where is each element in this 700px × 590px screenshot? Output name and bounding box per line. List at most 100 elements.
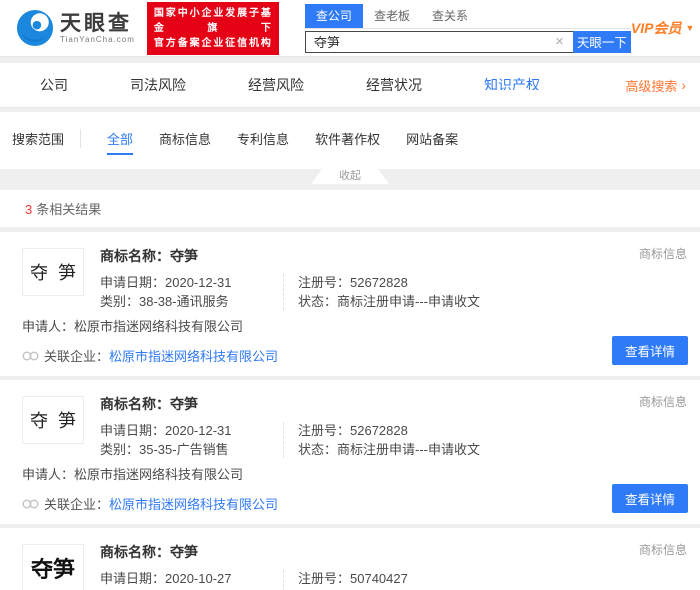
result-type-tag: 商标信息 [638,247,687,261]
card-top: 夺笋 商标名称：夺笋 申请日期：2020-12-31 类别：38-38-通讯服务… [22,245,688,310]
trademark-result-card: 商标信息 夺笋 商标名称：夺笋 申请日期：2020-12-31 类别：35-35… [0,380,700,524]
reg-no-label: 注册号： [298,423,351,438]
search-tab-boss[interactable]: 查老板 [363,4,421,28]
filter-option-software-copyright[interactable]: 软件著作权 [315,129,380,148]
search-tab-company[interactable]: 查公司 [304,3,363,28]
related-company-link[interactable]: 松原市指迷网络科技有限公司 [109,494,278,513]
related-company-label: 关联企业： [44,349,110,364]
apply-date-value: 2020-12-31 [165,275,232,290]
search-input[interactable] [305,34,547,49]
card-info: 商标名称：夺笋 申请日期：2020-10-27 类别：41-41-教育娱乐 注册… [84,541,688,590]
filter-row: 搜索范围 全部 商标信息 专利信息 软件著作权 网站备案 [12,129,700,155]
trademark-image[interactable]: 夺笋 [22,544,84,590]
nav-tab-operation-risk[interactable]: 经营风险 [248,75,304,95]
trademark-image-text: 夺笋 [30,263,86,284]
reg-no-label: 注册号： [298,275,351,290]
status-label: 状态： [298,294,338,309]
trademark-name-label: 商标名称： [100,396,170,412]
advanced-search-link[interactable]: 高级搜索 › [625,76,686,95]
card-info: 商标名称：夺笋 申请日期：2020-12-31 类别：35-35-广告销售 注册… [84,393,688,458]
logo-subtitle: TianYanCha.com [60,34,135,44]
nav-tab-judicial-risk[interactable]: 司法风险 [130,75,186,95]
filter-scope-label: 搜索范围 [12,129,82,148]
header: 天眼查 TianYanCha.com 国家中小企业发展子基金旗下 官方备案企业征… [0,0,700,57]
clear-icon[interactable]: × [546,32,573,52]
trademark-name-line: 商标名称：夺笋 [100,394,688,414]
trademark-image[interactable]: 夺笋 [22,248,84,296]
search-module: 查公司 查老板 查关系 × 天眼一下 [304,3,631,53]
trademark-name-value: 夺笋 [170,544,198,560]
nav-tab-operation-status[interactable]: 经营状况 [366,75,422,95]
card-info: 商标名称：夺笋 申请日期：2020-12-31 类别：38-38-通讯服务 注册… [84,245,688,310]
meta-col-right: 注册号：50740427 状态：商标注册申请---申请收文 [283,570,480,590]
nav-tab-intellectual-property[interactable]: 知识产权 [452,75,572,102]
trademark-name-label: 商标名称： [100,248,170,264]
card-top: 夺笋 商标名称：夺笋 申请日期：2020-12-31 类别：35-35-广告销售… [22,393,688,458]
link-rings-icon [22,499,39,509]
apply-date-label: 申请日期： [100,571,166,586]
meta-col-left: 申请日期：2020-12-31 类别：35-35-广告销售 [100,422,283,458]
related-company-label: 关联企业： [44,497,110,512]
reg-no-line: 注册号：50740427 [298,570,480,587]
results-count-bar: 3 条相关结果 [0,190,700,227]
reg-no-label: 注册号： [298,571,351,586]
status-value: 商标注册申请---申请收文 [337,442,481,457]
nav-tab-company[interactable]: 公司 [40,75,68,95]
trademark-name-value: 夺笋 [170,396,198,412]
view-details-button[interactable]: 查看详情 [611,484,688,513]
trademark-name-value: 夺笋 [170,248,198,264]
banner-line2: 官方备案企业征信机构 [153,37,272,49]
category-label: 类别： [100,294,140,309]
trademark-image[interactable]: 夺笋 [22,396,84,444]
category-line: 类别：38-38-通讯服务 [100,293,283,310]
result-type-tag: 商标信息 [638,395,687,409]
trademark-name-label: 商标名称： [100,544,170,560]
meta-col-right: 注册号：52672828 状态：商标注册申请---申请收文 [283,422,480,458]
result-type-tag: 商标信息 [638,543,687,557]
status-value: 商标注册申请---申请收文 [337,294,481,309]
search-button[interactable]: 天眼一下 [572,30,631,53]
link-rings-icon [22,351,39,361]
applicant-value: 松原市指迷网络科技有限公司 [74,467,244,482]
logo-text: 天眼查 TianYanCha.com [60,11,135,44]
filter-panel: 搜索范围 全部 商标信息 专利信息 软件著作权 网站备案 收起 [0,112,700,184]
vip-member-link[interactable]: VIP会员 ▼ [631,18,700,38]
tianyancha-logo[interactable]: 天眼查 TianYanCha.com [16,9,135,47]
applicant-label: 申请人： [22,319,75,334]
banner-line1: 国家中小企业发展子基金旗下 [153,7,272,34]
certification-banner: 国家中小企业发展子基金旗下 官方备案企业征信机构 [146,1,279,55]
apply-date-line: 申请日期：2020-12-31 [100,422,283,439]
category-label: 类别： [100,442,140,457]
related-company-link[interactable]: 松原市指迷网络科技有限公司 [109,346,278,365]
related-company-line: 关联企业： 松原市指迷网络科技有限公司 [22,346,688,365]
meta-grid: 申请日期：2020-12-31 类别：38-38-通讯服务 注册号：526728… [100,274,688,310]
apply-date-line: 申请日期：2020-12-31 [100,274,283,291]
trademark-result-card: 商标信息 夺笋 商标名称：夺笋 申请日期：2020-12-31 类别：38-38… [0,232,700,376]
caret-down-icon: ▼ [685,23,695,33]
apply-date-label: 申请日期： [100,423,166,438]
apply-date-value: 2020-12-31 [165,423,232,438]
search-type-tabs: 查公司 查老板 查关系 [304,3,631,29]
category-line: 类别：35-35-广告销售 [100,441,283,458]
trademark-name-line: 商标名称：夺笋 [100,246,688,266]
view-details-button[interactable]: 查看详情 [611,336,688,365]
trademark-image-text: 夺笋 [30,557,75,582]
results-count: 3 [25,202,33,217]
filter-option-patent[interactable]: 专利信息 [237,129,289,148]
collapse-toggle[interactable]: 收起 [311,169,389,184]
reg-no-value: 52672828 [350,275,408,290]
filter-option-website-record[interactable]: 网站备案 [406,129,458,148]
filter-option-all[interactable]: 全部 [107,129,134,155]
search-tab-relation[interactable]: 查关系 [421,4,479,28]
related-company-line: 关联企业： 松原市指迷网络科技有限公司 [22,494,688,513]
filter-option-trademark[interactable]: 商标信息 [159,129,211,148]
logo-title: 天眼查 [60,11,132,35]
category-value: 35-35-广告销售 [139,442,229,457]
meta-col-right: 注册号：52672828 状态：商标注册申请---申请收文 [283,274,480,310]
status-label: 状态： [298,442,338,457]
trademark-result-card: 商标信息 夺笋 商标名称：夺笋 申请日期：2020-10-27 类别：41-41… [0,528,700,590]
trademark-name-line: 商标名称：夺笋 [100,542,688,562]
search-row: × 天眼一下 [304,30,631,53]
apply-date-label: 申请日期： [100,275,166,290]
status-line: 状态：商标注册申请---申请收文 [298,293,480,310]
